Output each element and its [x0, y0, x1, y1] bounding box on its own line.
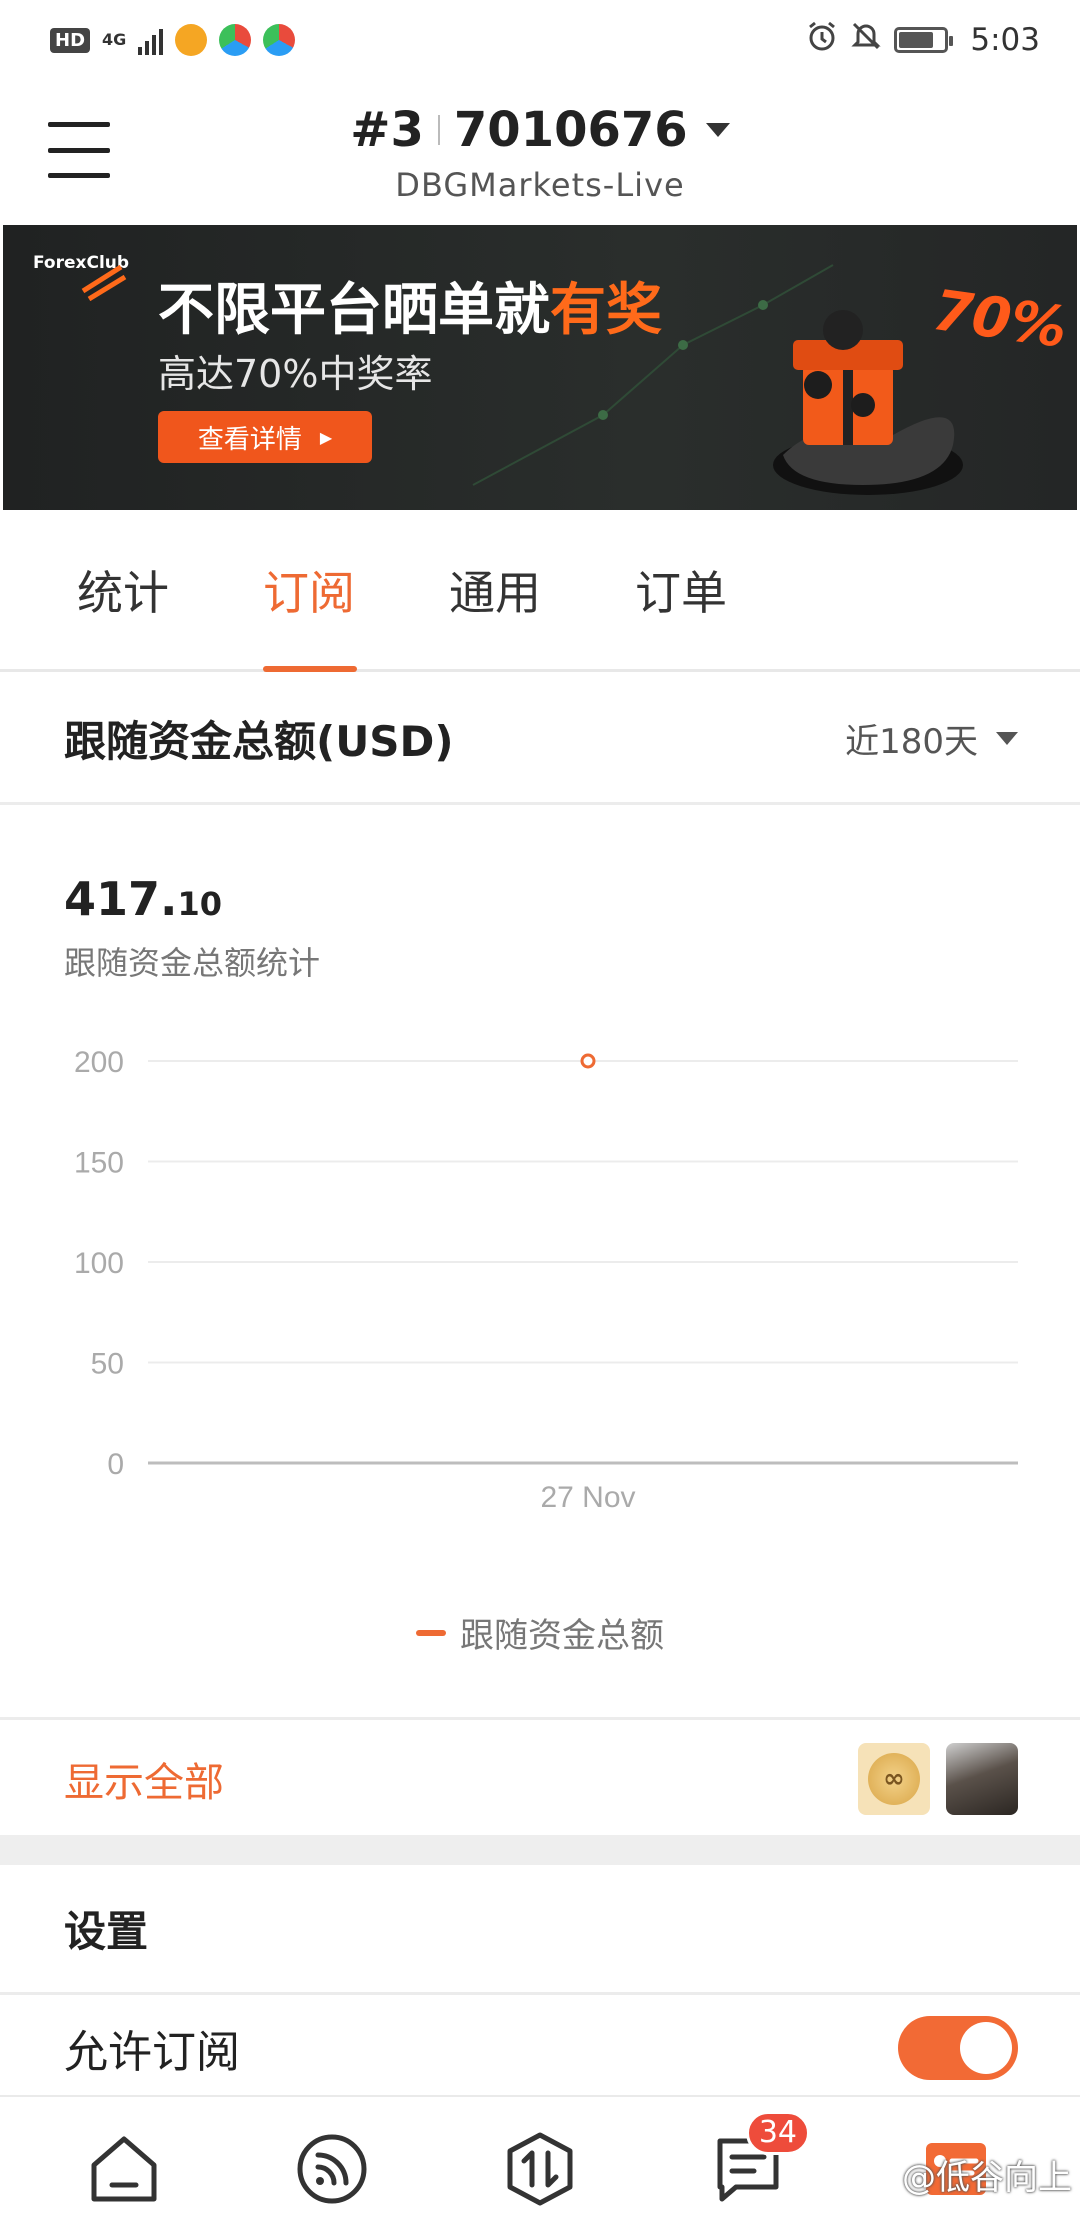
- avatar[interactable]: [946, 1743, 1018, 1815]
- y-tick-label: 50: [91, 1348, 124, 1381]
- top-header: #3 7010676 DBGMarkets-Live: [0, 80, 1080, 225]
- divider: [437, 115, 440, 145]
- app-notification-icon: [219, 24, 252, 56]
- trade-icon: [507, 2132, 573, 2205]
- total-value-decimal: 10: [177, 885, 223, 923]
- signal-icon: [138, 25, 164, 55]
- banner-title-highlight: 有奖: [550, 278, 662, 343]
- total-value-int: 417.: [64, 872, 178, 926]
- line-chart: 200 150 100 50 0 27 Nov: [74, 1046, 1018, 1514]
- chevron-down-icon: [996, 732, 1018, 745]
- show-all-link[interactable]: 显示全部: [64, 1750, 224, 1808]
- signals-icon: [297, 2134, 367, 2203]
- network-label: 4G: [102, 30, 127, 49]
- status-left: HD 4G: [50, 24, 296, 56]
- nav-home[interactable]: [64, 2109, 184, 2229]
- status-bar: HD 4G 5:03: [0, 0, 1080, 80]
- range-dropdown[interactable]: 近180天: [845, 714, 1018, 763]
- range-label: 近180天: [845, 722, 978, 762]
- tab-orders[interactable]: 订单: [588, 510, 774, 669]
- avatar[interactable]: ∞: [858, 1743, 930, 1815]
- brand-logo-icon: [81, 264, 127, 301]
- promo-banner[interactable]: ForexClub 不限平台晒单就有奖 高达70%中奖率 查看详情 ▶ 70%: [3, 225, 1077, 510]
- hd-badge: HD: [50, 27, 91, 53]
- app-notification-icon: [263, 24, 296, 56]
- app-notification-icon: [175, 24, 208, 56]
- legend-label: 跟随资金总额: [460, 1616, 664, 1656]
- account-selector: #3 7010676 DBGMarkets-Live: [0, 102, 1080, 204]
- nav-messages[interactable]: 34: [688, 2109, 810, 2229]
- banner-title: 不限平台晒单就有奖: [158, 265, 662, 346]
- status-right: 5:03: [806, 20, 1040, 60]
- allow-subscription-toggle[interactable]: [898, 2016, 1018, 2080]
- server-name: DBGMarkets-Live: [395, 166, 685, 204]
- tab-bar: 统计 订阅 通用 订单: [0, 510, 1080, 672]
- y-tick-label: 0: [107, 1448, 124, 1481]
- infinity-coin-icon: ∞: [868, 1753, 920, 1805]
- y-tick-label: 200: [74, 1046, 124, 1079]
- battery-icon: [894, 27, 954, 53]
- banner-subtitle: 高达70%中奖率: [158, 352, 433, 396]
- section-divider: [0, 1835, 1080, 1865]
- tab-statistics[interactable]: 统计: [30, 510, 216, 669]
- setting-label: 允许订阅: [64, 2027, 240, 2078]
- y-tick-label: 150: [74, 1147, 124, 1180]
- banner-title-main: 不限平台晒单就: [158, 278, 550, 343]
- chart-card: 417.10 跟随资金总额统计 200 150 100 50 0 27 Nov 跟随资金总…: [0, 808, 1080, 1720]
- x-tick-label: 27 Nov: [540, 1481, 635, 1514]
- account-index: #3: [350, 102, 424, 158]
- mute-bell-icon: [850, 20, 882, 60]
- account-number: 7010676: [453, 102, 688, 158]
- legend-swatch: [416, 1629, 446, 1636]
- nav-signals[interactable]: [272, 2109, 392, 2229]
- home-icon: [91, 2136, 157, 2201]
- clock: 5:03: [970, 22, 1040, 58]
- nav-trade[interactable]: [480, 2109, 600, 2229]
- data-point[interactable]: [580, 1053, 596, 1069]
- section-title: 跟随资金总额(USD): [64, 717, 454, 766]
- account-switcher[interactable]: #3 7010676: [350, 102, 730, 158]
- toggle-knob: [960, 2022, 1012, 2074]
- play-arrow-icon: ▶: [319, 427, 333, 447]
- banner-button-label: 查看详情: [197, 424, 302, 455]
- total-value: 417.10: [64, 872, 222, 926]
- tab-subscription[interactable]: 订阅: [216, 510, 402, 672]
- chart-legend: 跟随资金总额: [0, 1608, 1080, 1657]
- alarm-icon: [806, 20, 838, 60]
- settings-title: 设置: [0, 1865, 1080, 1995]
- section-header: 跟随资金总额(USD) 近180天: [0, 675, 1080, 805]
- banner-details-button[interactable]: 查看详情 ▶: [158, 411, 372, 463]
- total-value-label: 跟随资金总额统计: [64, 944, 321, 982]
- watermark: @低谷向上: [902, 2158, 1072, 2198]
- chevron-down-icon: [705, 123, 730, 137]
- unread-badge: 34: [745, 2110, 810, 2155]
- tab-general[interactable]: 通用: [402, 510, 588, 669]
- y-tick-label: 100: [74, 1247, 124, 1280]
- show-all-row: 显示全部 ∞: [0, 1723, 1080, 1835]
- follower-avatars: ∞: [858, 1743, 1018, 1815]
- setting-allow-subscription: 允许订阅: [0, 1998, 1080, 2098]
